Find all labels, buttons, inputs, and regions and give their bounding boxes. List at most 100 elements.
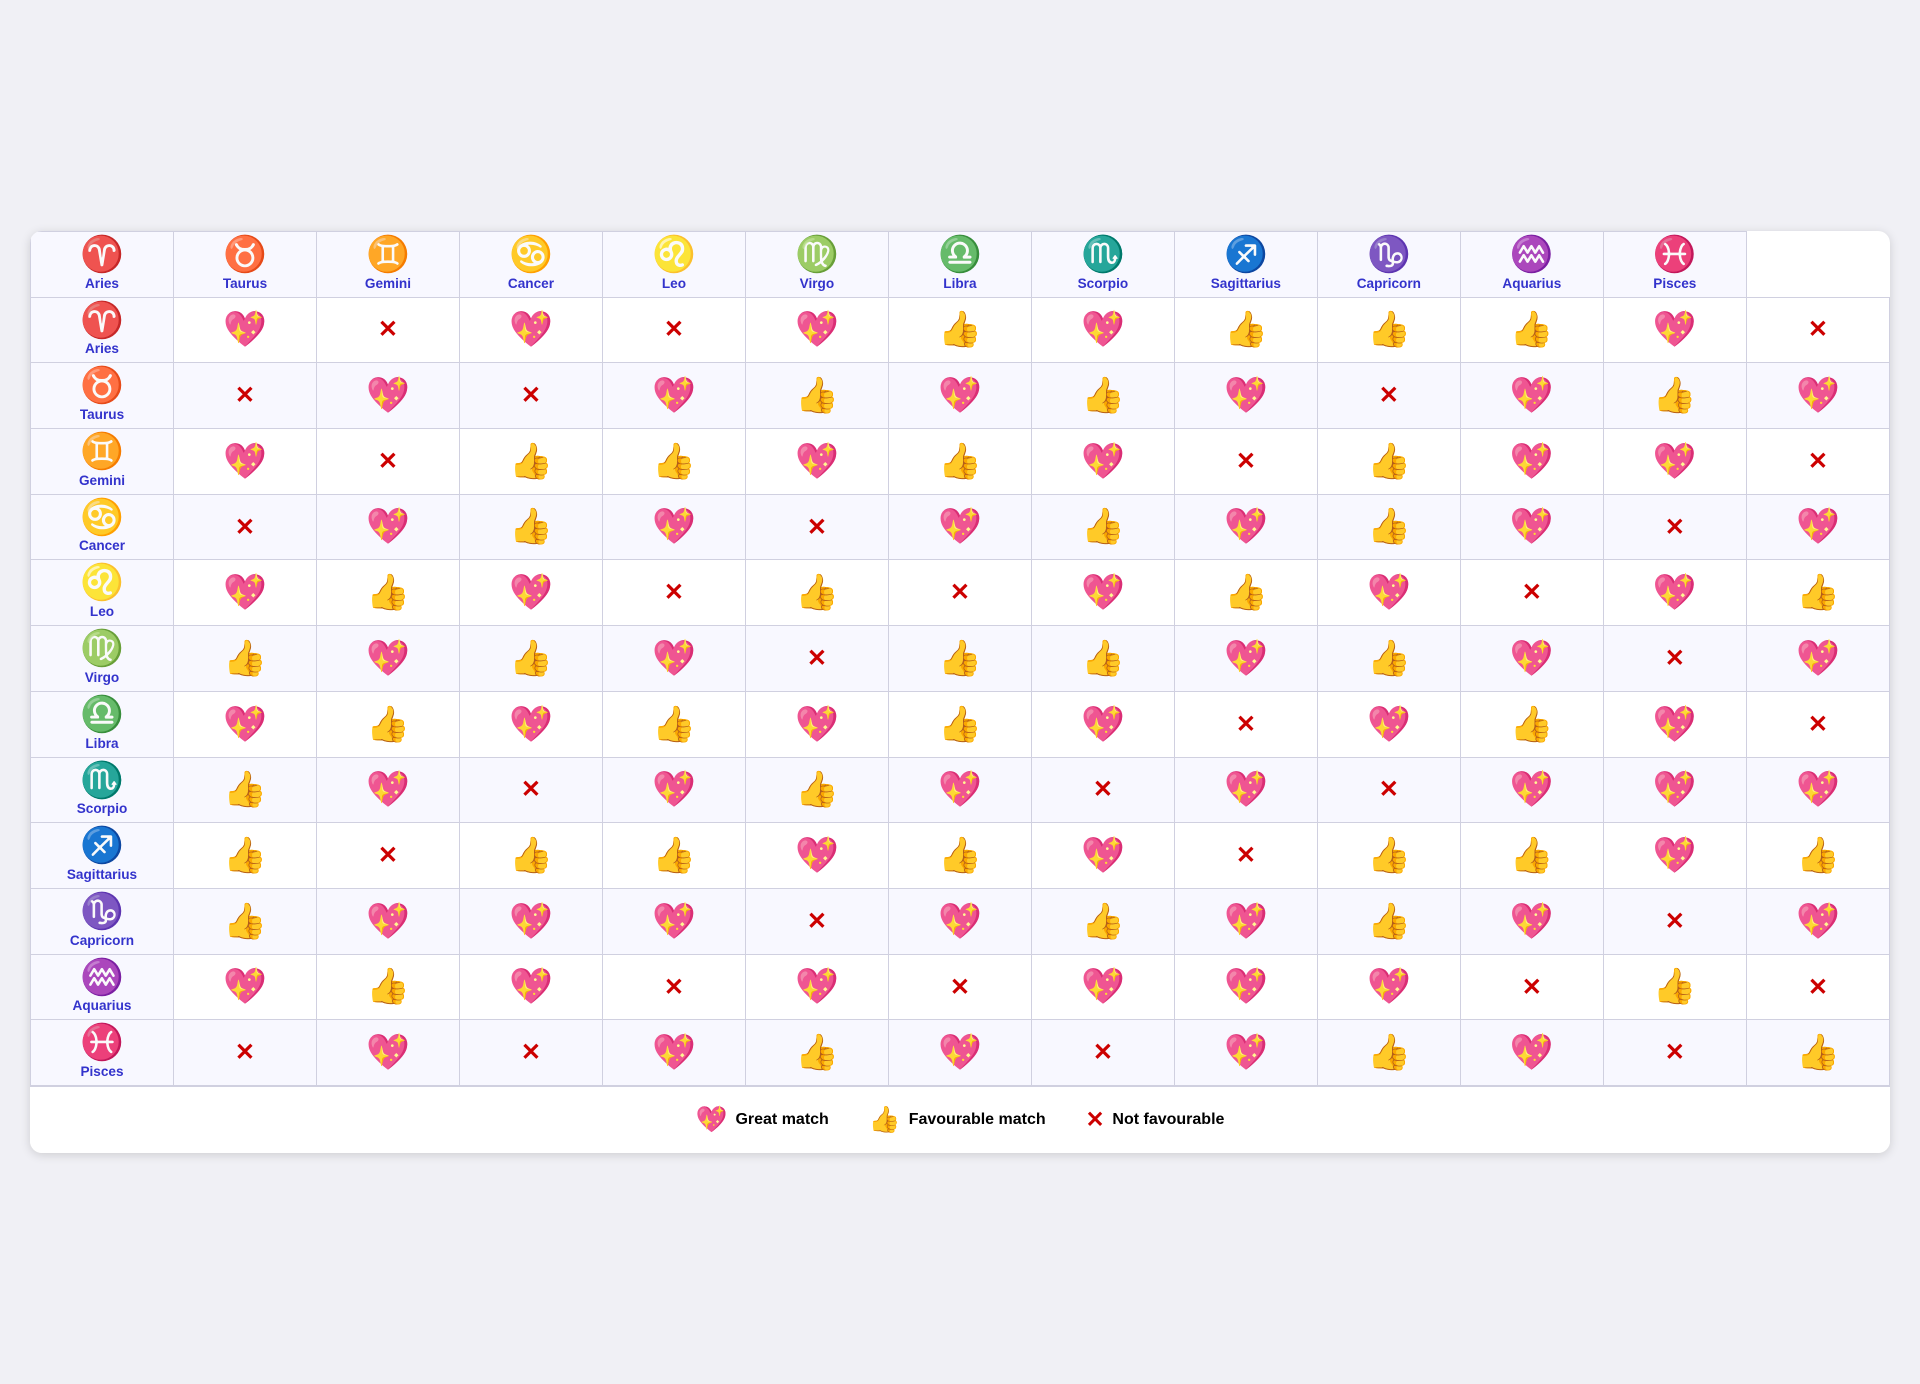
thumbs-up-icon: 👍 (1031, 363, 1174, 429)
col-header-scorpio: ♏Scorpio (1031, 231, 1174, 297)
great-match-label: Great match (735, 1111, 828, 1129)
col-header-cancer: ♋Cancer (459, 231, 602, 297)
row-header-gemini: ♊Gemini (31, 428, 174, 494)
heart-icon: 💖 (1174, 757, 1317, 823)
row-symbol-aries: ♈ (33, 302, 171, 341)
thumbs-up-icon: 👍 (1031, 494, 1174, 560)
col-symbol-taurus: ♉ (176, 236, 314, 275)
cross-icon: ✕ (1093, 1039, 1113, 1066)
heart-icon: 💖 (1460, 757, 1603, 823)
legend-bar: 💖 Great match 👍 Favourable match ✕ Not f… (30, 1086, 1890, 1153)
zodiac-table: ♈ Aries ♉Taurus♊Gemini♋Cancer♌Leo♍Virgo♎… (30, 231, 1890, 1086)
row-header-pisces: ♓Pisces (31, 1020, 174, 1086)
cross-icon: ✕ (664, 579, 684, 606)
heart-icon: 💖 (316, 363, 459, 429)
thumbs-up-icon: 👍 (316, 691, 459, 757)
thumbs-up-icon: 👍 (173, 889, 316, 955)
heart-icon: 💖 (1603, 560, 1746, 626)
compatibility-cell: ✕ (1460, 954, 1603, 1020)
heart-icon: 💖 (1603, 823, 1746, 889)
compatibility-cell: ✕ (459, 363, 602, 429)
col-header-gemini: ♊Gemini (316, 231, 459, 297)
thumbs-up-icon: 👍 (745, 1020, 888, 1086)
heart-icon: 💖 (173, 428, 316, 494)
col-name-pisces: Pisces (1653, 276, 1696, 291)
compatibility-cell: ✕ (888, 560, 1031, 626)
row-name-leo: Leo (90, 604, 114, 619)
heart-icon: 💖 (1603, 757, 1746, 823)
compatibility-cell: ✕ (1174, 428, 1317, 494)
cross-icon: ✕ (1808, 974, 1828, 1001)
compatibility-cell: ✕ (745, 626, 888, 692)
row-header-capricorn: ♑Capricorn (31, 889, 174, 955)
heart-icon: 💖 (1460, 889, 1603, 955)
table-row: ♍Virgo👍💖👍💖✕👍👍💖👍💖✕💖 (31, 626, 1890, 692)
col-symbol-libra: ♎ (891, 236, 1029, 275)
heart-icon: 💖 (1174, 889, 1317, 955)
col-symbol-pisces: ♓ (1606, 236, 1744, 275)
row-symbol-taurus: ♉ (33, 367, 171, 406)
heart-icon: 💖 (745, 428, 888, 494)
table-row: ♐Sagittarius👍✕👍👍💖👍💖✕👍👍💖👍 (31, 823, 1890, 889)
thumbs-up-icon: 👍 (316, 560, 459, 626)
col-name-cancer: Cancer (508, 276, 554, 291)
aries-corner-symbol: ♈ (33, 236, 171, 275)
compatibility-cell: ✕ (1603, 1020, 1746, 1086)
heart-icon: 💖 (602, 626, 745, 692)
col-name-sagittarius: Sagittarius (1211, 276, 1281, 291)
row-header-libra: ♎Libra (31, 691, 174, 757)
col-header-pisces: ♓Pisces (1603, 231, 1746, 297)
cross-icon: ✕ (1522, 579, 1542, 606)
row-symbol-gemini: ♊ (33, 433, 171, 472)
col-name-leo: Leo (662, 276, 686, 291)
heart-icon: 💖 (745, 297, 888, 363)
heart-icon: 💖 (888, 889, 1031, 955)
cross-icon: ✕ (378, 448, 398, 475)
heart-icon: 💖 (1603, 428, 1746, 494)
heart-icon: 💖 (173, 691, 316, 757)
col-name-capricorn: Capricorn (1357, 276, 1421, 291)
row-symbol-sagittarius: ♐ (33, 827, 171, 866)
row-header-aries: ♈Aries (31, 297, 174, 363)
thumbs-up-icon: 👍 (1746, 823, 1889, 889)
heart-icon: 💖 (1031, 691, 1174, 757)
heart-icon: 💖 (1031, 428, 1174, 494)
table-row: ♊Gemini💖✕👍👍💖👍💖✕👍💖💖✕ (31, 428, 1890, 494)
heart-icon: 💖 (1317, 560, 1460, 626)
cross-icon: ✕ (1808, 448, 1828, 475)
heart-icon: 💖 (459, 889, 602, 955)
heart-icon: 💖 (602, 1020, 745, 1086)
thumbs-up-icon: 👍 (1460, 297, 1603, 363)
cross-icon: ✕ (1379, 382, 1399, 409)
row-name-pisces: Pisces (80, 1064, 123, 1079)
heart-icon: 💖 (1460, 1020, 1603, 1086)
col-header-leo: ♌Leo (602, 231, 745, 297)
heart-icon: 💖 (1460, 363, 1603, 429)
cross-icon: ✕ (1665, 908, 1685, 935)
col-name-virgo: Virgo (800, 276, 835, 291)
compatibility-cell: ✕ (1174, 823, 1317, 889)
row-symbol-aquarius: ♒ (33, 959, 171, 998)
table-row: ♑Capricorn👍💖💖💖✕💖👍💖👍💖✕💖 (31, 889, 1890, 955)
thumbs-up-icon: 👍 (459, 494, 602, 560)
heart-icon: 💖 (1746, 889, 1889, 955)
legend-favourable: 👍 Favourable match (869, 1105, 1046, 1135)
cross-icon: ✕ (950, 974, 970, 1001)
thumbs-up-icon: 👍 (1317, 823, 1460, 889)
heart-icon: 💖 (1746, 757, 1889, 823)
compatibility-cell: ✕ (1031, 757, 1174, 823)
thumbs-up-icon: 👍 (745, 560, 888, 626)
compatibility-cell: ✕ (1174, 691, 1317, 757)
compatibility-cell: ✕ (1603, 494, 1746, 560)
col-symbol-sagittarius: ♐ (1177, 236, 1315, 275)
thumbs-up-icon: 👍 (1603, 954, 1746, 1020)
table-row: ♏Scorpio👍💖✕💖👍💖✕💖✕💖💖💖 (31, 757, 1890, 823)
favourable-emoji: 👍 (869, 1105, 901, 1135)
thumbs-up-icon: 👍 (459, 428, 602, 494)
thumbs-up-icon: 👍 (173, 757, 316, 823)
table-row: ♋Cancer✕💖👍💖✕💖👍💖👍💖✕💖 (31, 494, 1890, 560)
table-row: ♓Pisces✕💖✕💖👍💖✕💖👍💖✕👍 (31, 1020, 1890, 1086)
compatibility-cell: ✕ (1746, 428, 1889, 494)
thumbs-up-icon: 👍 (602, 823, 745, 889)
thumbs-up-icon: 👍 (173, 823, 316, 889)
